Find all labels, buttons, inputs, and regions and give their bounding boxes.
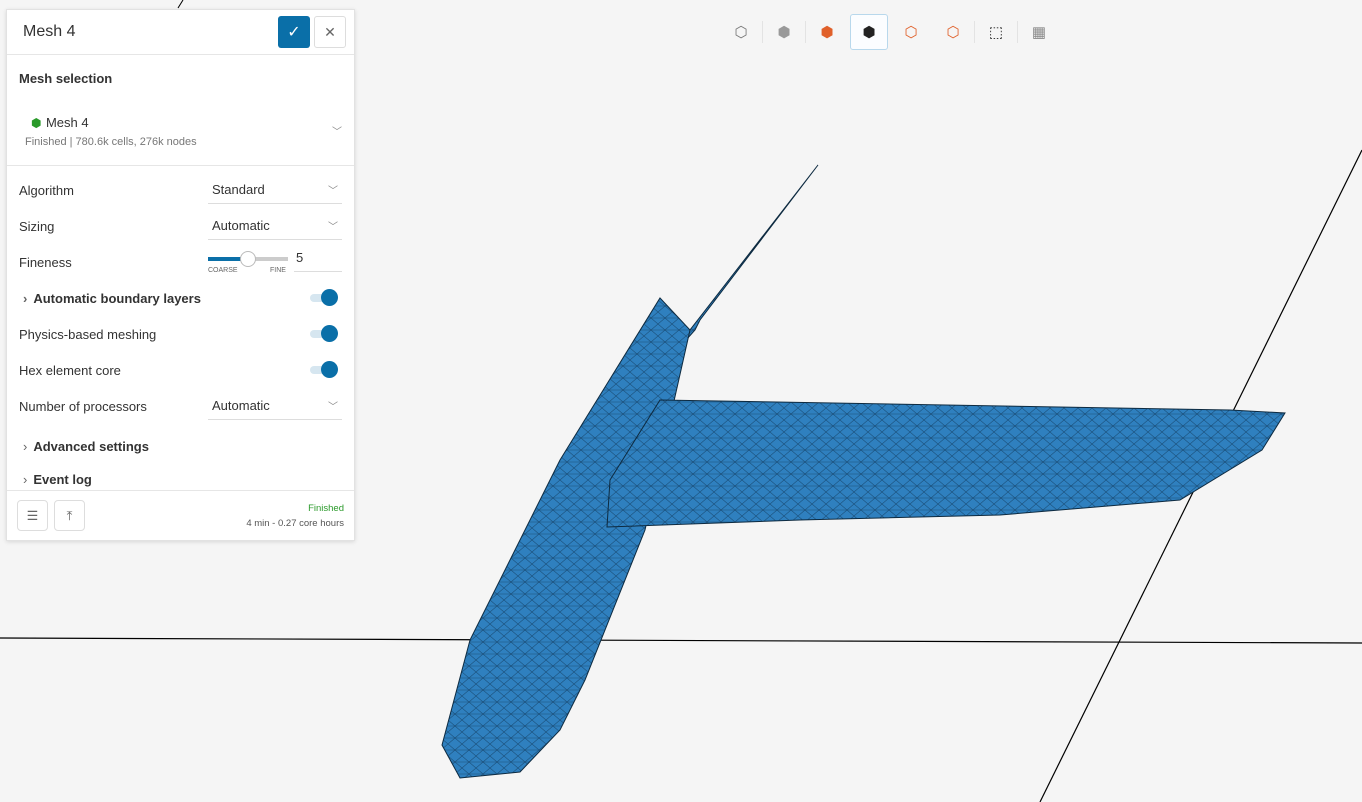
volume-select-button[interactable]: ⬢	[850, 14, 888, 50]
mesh-name: Mesh 4	[45, 114, 89, 130]
algorithm-label: Algorithm	[19, 182, 74, 198]
slider-handle[interactable]	[240, 251, 256, 267]
fine-label: FINE	[270, 267, 286, 274]
fineness-input[interactable]: 5	[294, 250, 342, 272]
algorithm-value: Standard	[212, 182, 265, 197]
advanced-label: Advanced settings	[33, 438, 149, 454]
mesh-select[interactable]: ⬢ Mesh 4 Finished | 780.6k cells, 276k n…	[7, 82, 354, 166]
fineness-label: Fineness	[19, 254, 72, 270]
node-select-icon: ⬡	[904, 24, 918, 41]
auto-boundary-toggle[interactable]	[310, 289, 338, 306]
physics-label: Physics-based meshing	[19, 326, 157, 342]
footer-time: 4 min - 0.27 core hours	[246, 517, 344, 529]
wireframe-cube-icon: ⬡	[734, 24, 748, 41]
node-select-button[interactable]: ⬡	[892, 14, 930, 50]
chevron-right-icon: ›	[23, 471, 28, 487]
fineness-slider[interactable]: COARSE FINE 5	[208, 248, 342, 276]
wing	[606, 399, 1286, 528]
mesh-status: Finished | 780.6k cells, 276k nodes	[25, 135, 197, 148]
edge-select-icon: ⬡	[946, 24, 960, 41]
edge-select-button[interactable]: ⬡	[934, 14, 972, 50]
volume-select-icon: ⬢	[862, 24, 876, 41]
list-button[interactable]: ☰	[17, 500, 48, 531]
face-select-button[interactable]: ⬢	[808, 14, 846, 50]
fuselage	[441, 297, 691, 779]
chevron-down-icon: ﹀	[328, 222, 338, 233]
panel-title: Mesh 4	[23, 23, 76, 40]
sizing-label: Sizing	[19, 218, 55, 234]
mesh-view-icon: ▦	[1031, 24, 1047, 41]
face-select-icon: ⬢	[820, 24, 834, 41]
event-log-label: Event log	[33, 471, 92, 487]
auto-boundary-label: Automatic boundary layers	[33, 290, 201, 306]
solid-cube-icon: ⬢	[777, 24, 791, 41]
chevron-right-icon: ›	[23, 438, 28, 454]
check-icon: ✓	[287, 24, 301, 41]
processors-label: Number of processors	[19, 398, 147, 414]
list-icon: ☰	[26, 507, 39, 523]
advanced-settings-expander[interactable]: › Advanced settings	[7, 428, 354, 464]
box-select-button[interactable]: ⬚	[977, 14, 1015, 50]
chevron-right-icon: ›	[23, 290, 28, 306]
hex-label: Hex element core	[19, 362, 121, 378]
chevron-down-icon: ﹀	[328, 186, 338, 197]
mesh-panel: Mesh 4 ✓ ✕ Mesh selection ⬢ Mesh 4 Finis…	[6, 9, 355, 541]
upload-icon: ⤒	[66, 507, 73, 523]
chevron-down-icon: ﹀	[328, 402, 338, 413]
close-button[interactable]: ✕	[314, 16, 346, 48]
wireframe-cube-button[interactable]: ⬡	[722, 14, 760, 50]
box-select-icon: ⬚	[988, 24, 1004, 41]
processors-value: Automatic	[212, 398, 270, 413]
view-toolbar: ⬡ ⬢ ⬢ ⬢ ⬡ ⬡ ⬚ ▦	[720, 14, 1060, 50]
mesh-finished-icon: ⬢	[31, 115, 42, 130]
sizing-value: Automatic	[212, 218, 270, 233]
chevron-down-icon: ﹀	[332, 127, 342, 138]
export-button[interactable]: ⤒	[54, 500, 85, 531]
axis-line	[177, 0, 184, 9]
algorithm-select[interactable]: Standard ﹀	[208, 176, 342, 204]
auto-boundary-expander[interactable]: › Automatic boundary layers	[19, 291, 310, 306]
footer-status: Finished	[308, 502, 344, 514]
solid-cube-button[interactable]: ⬢	[765, 14, 803, 50]
mesh-view-button[interactable]: ▦	[1020, 14, 1058, 50]
sizing-select[interactable]: Automatic ﹀	[208, 212, 342, 240]
confirm-button[interactable]: ✓	[278, 16, 310, 48]
coarse-label: COARSE	[208, 267, 238, 274]
hex-toggle[interactable]	[310, 361, 338, 378]
close-icon: ✕	[324, 23, 336, 40]
processors-select[interactable]: Automatic ﹀	[208, 392, 342, 420]
axis-line	[0, 637, 1362, 644]
physics-toggle[interactable]	[310, 325, 338, 342]
